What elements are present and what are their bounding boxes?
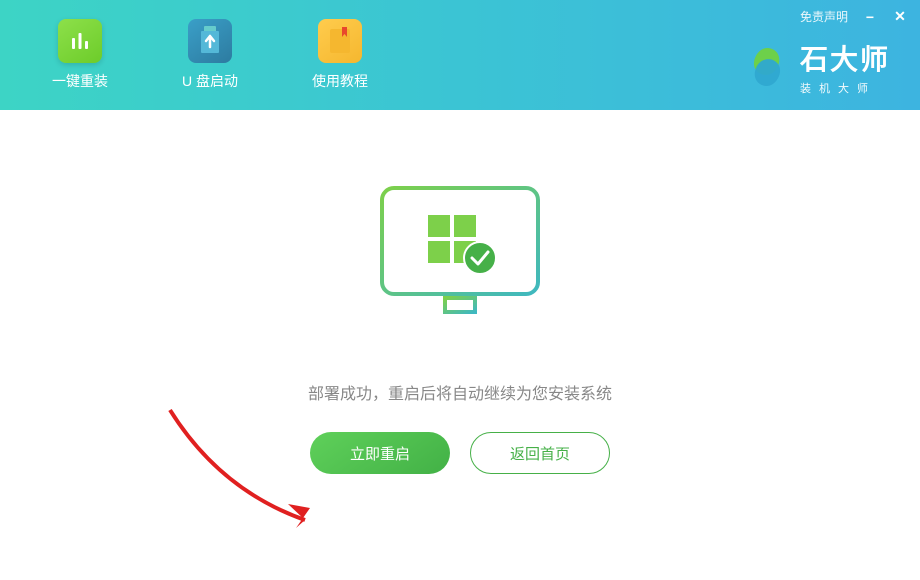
nav-items: 一键重装 U 盘启动 使用教程 (40, 11, 380, 99)
close-button[interactable]: ✕ (892, 8, 908, 25)
return-home-button[interactable]: 返回首页 (470, 432, 610, 474)
status-text: 部署成功，重启后将自动继续为您安装系统 (308, 380, 612, 404)
nav-label: 使用教程 (312, 71, 368, 91)
bars-icon (58, 19, 102, 63)
minimize-button[interactable]: − (862, 9, 878, 25)
nav-label: U 盘启动 (182, 71, 238, 91)
nav-one-click-reinstall[interactable]: 一键重装 (40, 11, 120, 99)
usb-icon (188, 19, 232, 63)
nav-label: 一键重装 (52, 71, 108, 91)
brand-subtitle: 装机大师 (800, 80, 890, 96)
header: 一键重装 U 盘启动 使用教程 免责声 (0, 0, 920, 110)
brand: 石大师 装机大师 (744, 38, 890, 96)
restart-now-button[interactable]: 立即重启 (310, 432, 450, 474)
monitor-success-icon (370, 180, 550, 330)
window-controls: 免责声明 − ✕ (800, 8, 908, 25)
book-icon (318, 19, 362, 63)
brand-name: 石大师 (800, 38, 890, 78)
nav-tutorial[interactable]: 使用教程 (300, 11, 380, 99)
button-row: 立即重启 返回首页 (310, 432, 610, 474)
main-content: 部署成功，重启后将自动继续为您安装系统 立即重启 返回首页 (0, 110, 920, 474)
nav-usb-boot[interactable]: U 盘启动 (170, 11, 250, 99)
brand-logo-icon (744, 44, 790, 90)
disclaimer-link[interactable]: 免责声明 (800, 8, 848, 25)
